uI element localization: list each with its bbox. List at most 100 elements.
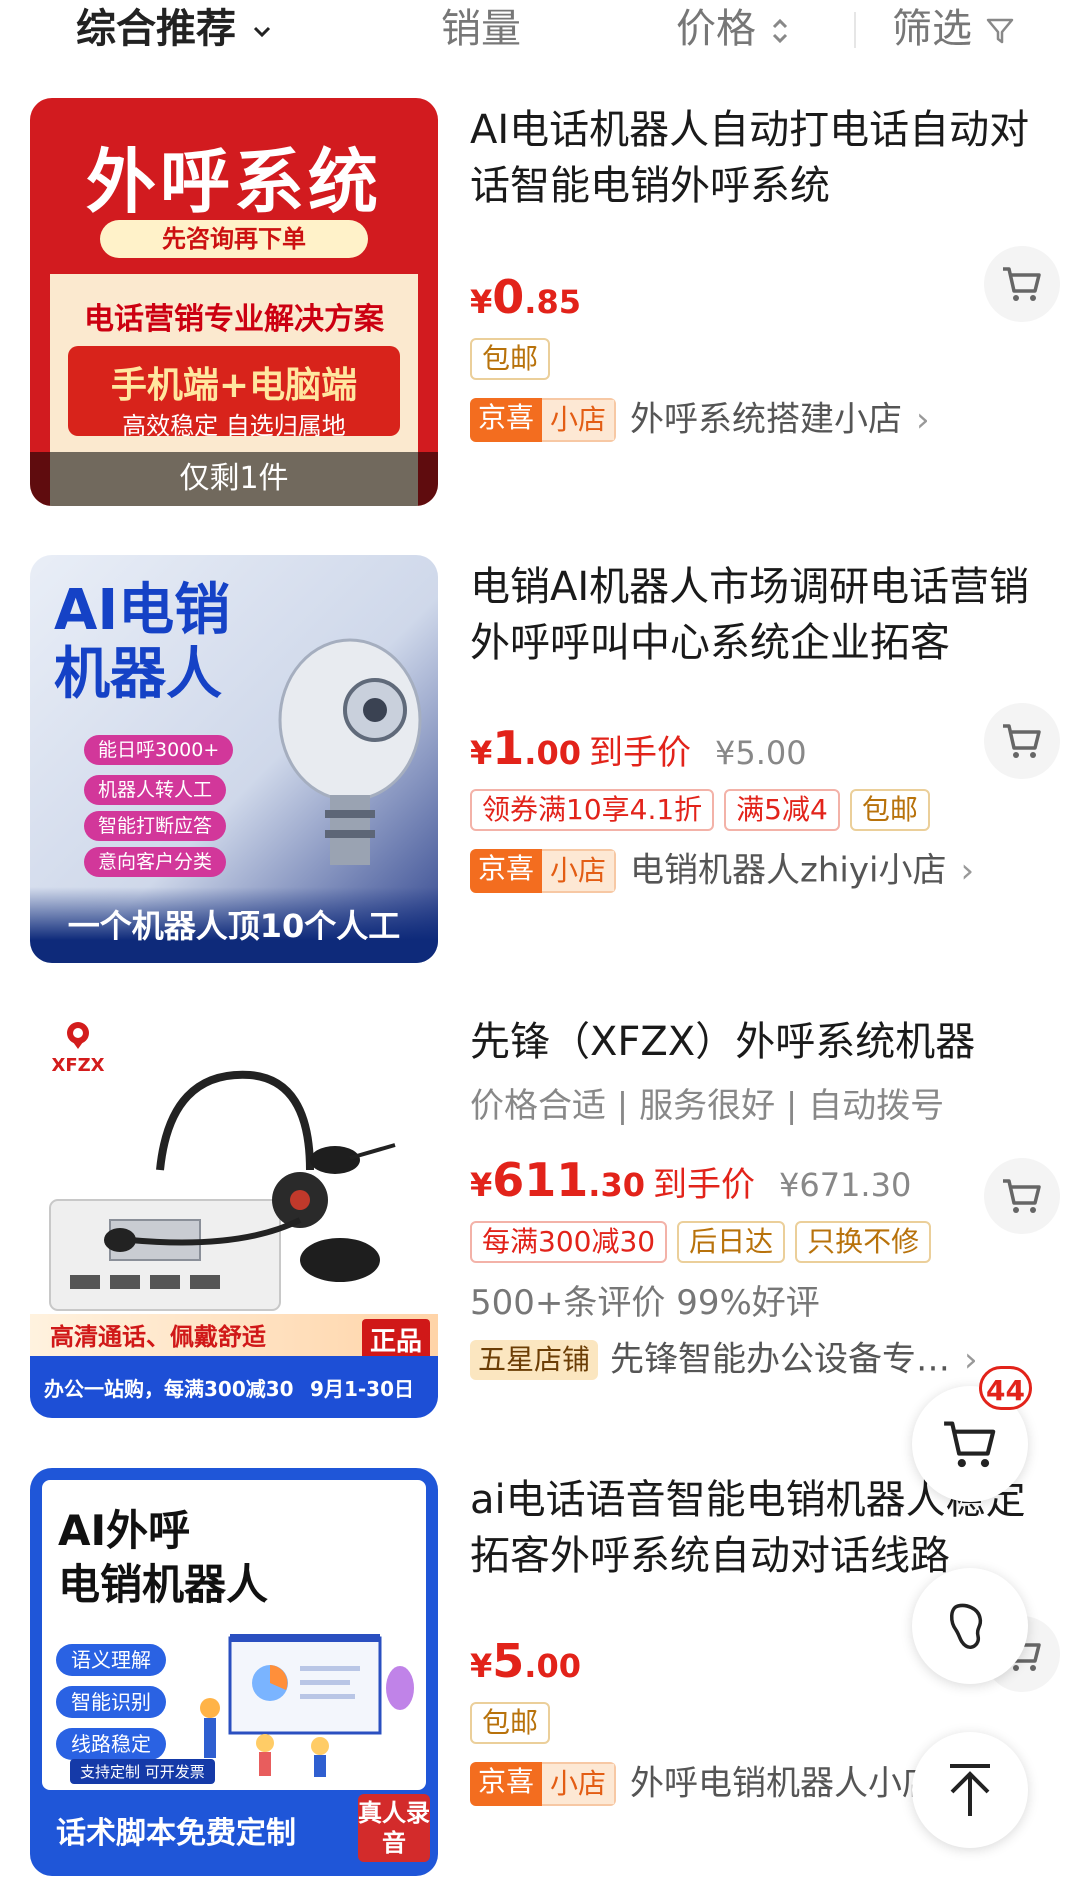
shop-link[interactable]: 京喜 小店 电销机器人zhiyi小店 › [470, 843, 1050, 895]
product-title[interactable]: 电销AI机器人市场调研电话营销外呼呼叫中心系统企业拓客 [470, 559, 1050, 671]
image-chip: 线路稳定 [56, 1728, 166, 1760]
tag-delivery: 后日达 [677, 1221, 786, 1263]
image-bottom-text: 话术脚本免费定制 [56, 1816, 296, 1851]
price-row: ¥611.30 到手价 ¥671.30 [470, 1153, 1050, 1213]
image-chip: 语义理解 [56, 1644, 166, 1676]
price-decimal: .00 [524, 1647, 581, 1685]
image-chip: 智能识别 [56, 1686, 166, 1718]
product-title[interactable]: AI电话机器人自动打电话自动对话智能电销外呼系统 [470, 102, 1050, 214]
back-to-top-button[interactable] [912, 1732, 1028, 1848]
original-price: ¥671.30 [778, 1166, 912, 1204]
price-row: ¥0.85 [470, 270, 1050, 330]
brand-logo-icon [67, 1022, 89, 1049]
product-image[interactable]: XFZX 高清通话、佩戴舒适 正品 办公一站购，每满300减30 9月1-30日 [30, 1010, 438, 1418]
image-line: 高效稳定 自选归属地 [122, 412, 346, 440]
image-pill: 先咨询再下单 [100, 220, 368, 258]
image-chip: 意向客户分类 [84, 847, 227, 877]
image-line: 手机端+电脑端 [110, 365, 358, 406]
product-info: 电销AI机器人市场调研电话营销外呼呼叫中心系统企业拓客 ¥1.00 到手价 ¥5.0… [470, 555, 1050, 895]
cart-count-badge: 44 [979, 1366, 1032, 1410]
jingxi-shop-badge: 京喜 小店 [470, 848, 617, 893]
sort-bar: 综合推荐 销量 价格 筛选 [0, 0, 1080, 70]
final-price-label: 到手价 [652, 1165, 755, 1205]
browsing-history-button[interactable] [912, 1568, 1028, 1684]
image-headline: AI电销 机器人 [54, 578, 231, 707]
image-note: 支持定制 可开发票 [70, 1759, 215, 1784]
sort-tab-price[interactable]: 价格 [676, 4, 791, 54]
robot-illustration [278, 638, 422, 865]
final-price-label: 到手价 [588, 733, 691, 773]
tag-discount: 满5减4 [724, 789, 840, 831]
image-chip: 能日呼3000+ [84, 735, 234, 765]
shop-link[interactable]: 京喜 小店 外呼系统搭建小店 › [470, 392, 1050, 444]
price-integer: 1 [492, 721, 525, 775]
price-decimal: .85 [524, 283, 581, 321]
add-to-cart-button[interactable] [984, 703, 1060, 779]
product-title[interactable]: 先锋（XFZX）外呼系统机器 [470, 1014, 1050, 1070]
sort-tab-sales[interactable]: 销量 [441, 4, 521, 54]
product-info: 先锋（XFZX）外呼系统机器 价格合适 | 服务很好 | 自动拨号 ¥611.3… [470, 1010, 1050, 1384]
cart-icon [944, 1421, 996, 1468]
tag-coupon: 领券满10享4.1折 [470, 789, 715, 831]
chevron-right-icon: › [916, 399, 930, 440]
product-image[interactable]: 外呼系统 先咨询再下单 电话营销专业解决方案 手机端+电脑端 高效稳定 自选归属… [30, 98, 438, 506]
add-to-cart-button[interactable] [984, 1158, 1060, 1234]
cart-icon [1003, 1179, 1041, 1213]
filter-icon [986, 18, 1013, 44]
shop-name: 外呼系统搭建小店 [630, 399, 903, 440]
image-headline: AI外呼 电销机器人 [58, 1506, 269, 1609]
price-row: ¥1.00 到手价 ¥5.00 [470, 721, 1050, 781]
currency-symbol: ¥ [470, 1166, 493, 1204]
tag-free-shipping: 包邮 [470, 1702, 551, 1744]
shop-name: 先锋智能办公设备专… [610, 1339, 951, 1380]
image-line: 电话营销专业解决方案 [84, 302, 384, 337]
price-decimal: .30 [588, 1166, 645, 1204]
price-integer: 611 [492, 1153, 589, 1207]
currency-symbol: ¥ [470, 283, 493, 321]
filter-button[interactable]: 筛选 [892, 4, 1015, 54]
image-corner-badge: 真人录音 [358, 1794, 430, 1862]
footprint-icon [950, 1603, 983, 1649]
divider [854, 12, 856, 48]
jingxi-shop-badge: 京喜 小店 [470, 1761, 617, 1806]
image-promo-text: 办公一站购，每满300减30 [44, 1377, 294, 1401]
original-price: ¥5.00 [714, 734, 807, 772]
currency-symbol: ¥ [470, 734, 493, 772]
headset-device-illustration [49, 1070, 396, 1311]
product-image[interactable]: AI外呼 电销机器人 语义理解 智能识别 线路稳定 支持定制 可开发票 话术脚本免… [30, 1468, 438, 1876]
image-headline: 外呼系统 [86, 141, 382, 223]
arrow-up-icon [950, 1764, 990, 1816]
image-chip: 智能打断应答 [84, 811, 227, 841]
image-band-text: 高清通话、佩戴舒适 [50, 1323, 266, 1351]
tag-row: 包邮 [470, 338, 1050, 384]
product-info: AI电话机器人自动打电话自动对话智能电销外呼系统 ¥0.85 包邮 京喜 小店 外呼… [470, 98, 1050, 444]
image-bottom-text: 一个机器人顶10个人工 [67, 907, 401, 945]
currency-symbol: ¥ [470, 1647, 493, 1685]
cart-icon [1003, 724, 1041, 758]
tag-discount: 每满300减30 [470, 1221, 668, 1263]
sort-tab-comprehensive[interactable]: 综合推荐 [76, 4, 274, 54]
shop-link[interactable]: 五星店铺 先锋智能办公设备专… › [470, 1332, 1050, 1384]
tag-free-shipping: 包邮 [470, 338, 551, 380]
chevron-right-icon: › [960, 850, 975, 891]
price-integer: 5 [492, 1634, 525, 1688]
jingxi-shop-badge: 京喜 小店 [470, 397, 617, 442]
price-decimal: .00 [524, 734, 581, 772]
presentation-illustration [200, 1634, 414, 1777]
shop-name: 外呼电销机器人小店 [630, 1763, 937, 1804]
price-integer: 0 [492, 270, 525, 324]
tag-service: 只换不修 [795, 1221, 932, 1263]
tag-row: 领券满10享4.1折 满5减4 包邮 [470, 789, 1050, 835]
add-to-cart-button[interactable] [984, 246, 1060, 322]
product-image[interactable]: AI电销 机器人 能日呼3000+ 机器人转人工 智能打断应答 意向客户分类 一个… [30, 555, 438, 963]
five-star-shop-badge: 五星店铺 [470, 1339, 599, 1380]
product-selling-points: 价格合适 | 服务很好 | 自动拨号 [470, 1086, 945, 1126]
chevron-right-icon: › [964, 1339, 978, 1380]
tag-free-shipping: 包邮 [849, 789, 930, 831]
image-promo-date: 9月1-30日 [310, 1377, 414, 1401]
stock-remaining-overlay: 仅剩1件 [30, 452, 438, 506]
floating-cart-button[interactable]: 44 [912, 1366, 1032, 1502]
tag-row: 每满300减30 后日达 只换不修 [470, 1221, 1050, 1267]
chevron-down-icon [253, 26, 270, 38]
shop-name: 电销机器人zhiyi小店 [630, 850, 947, 891]
